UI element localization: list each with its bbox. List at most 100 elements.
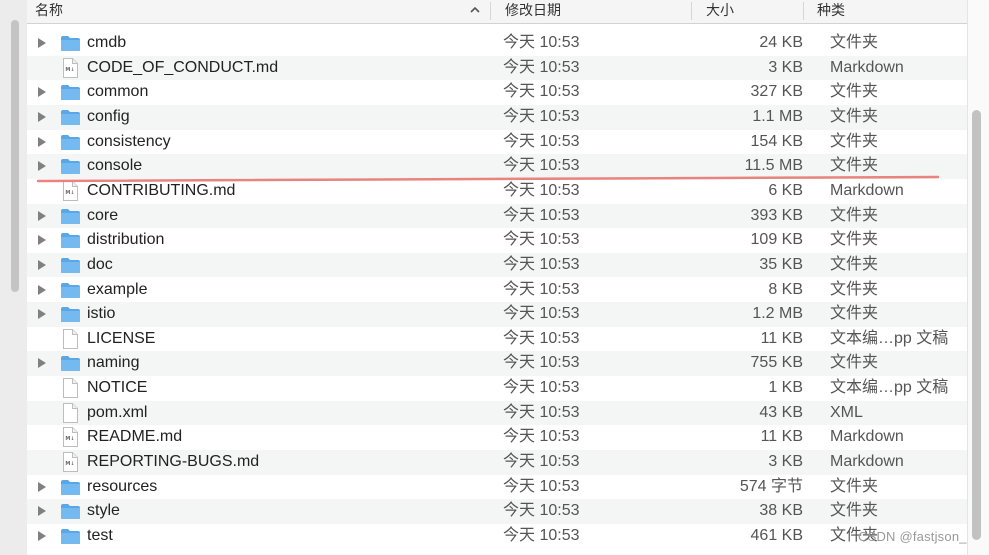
file-row[interactable]: naming 今天 10:53 755 KB 文件夹 [27,351,967,377]
modified-date: 今天 10:53 [503,58,580,76]
column-header-bar: 名称 修改日期 大小 种类 [27,0,967,24]
file-size: 574 字节 [739,477,803,495]
file-row[interactable]: cmdb 今天 10:53 24 KB 文件夹 [27,31,967,56]
disclosure-triangle-icon[interactable] [38,111,46,122]
file-size: 461 KB [750,527,803,544]
file-kind: 文件夹 [830,305,879,323]
file-size: 1 KB [768,379,803,397]
disclosure-triangle-icon[interactable] [38,358,46,369]
folder-icon [61,529,80,544]
file-name: test [87,527,113,544]
file-row[interactable]: resources 今天 10:53 574 字节 文件夹 [27,475,967,500]
disclosure-triangle-icon[interactable] [38,481,46,492]
file-size: 3 KB [768,58,803,76]
disclosure-triangle-icon[interactable] [38,531,46,541]
file-row[interactable]: doc 今天 10:53 35 KB 文件夹 [27,252,967,278]
file-size: 1.1 MB [752,107,803,125]
disclosure-triangle-icon[interactable] [38,309,46,320]
disclosure-triangle-icon[interactable] [38,210,46,221]
disclosure-triangle-icon[interactable] [38,284,46,295]
watermark: CSDN @fastjson_ [858,529,967,544]
file-row[interactable]: core 今天 10:53 393 KB 文件夹 [27,203,967,229]
markdown-file-icon: M↓ [63,57,78,78]
disclosure-triangle-icon[interactable] [38,87,46,98]
file-name: pom.xml [87,403,148,421]
file-size: 38 KB [759,502,803,520]
file-row[interactable]: distribution 今天 10:53 109 KB 文件夹 [27,228,967,253]
disclosure-triangle-icon[interactable] [38,235,46,246]
file-name: core [87,206,119,224]
column-divider[interactable] [803,2,804,20]
file-name: REPORTING-BUGS.md [87,453,260,471]
svg-text:M↓: M↓ [65,67,74,73]
chevron-up-icon[interactable] [468,3,482,17]
folder-icon [61,257,80,273]
modified-date: 今天 10:53 [503,329,580,347]
file-row[interactable]: LICENSE 今天 10:53 11 KB 文本编…pp 文稿 [27,327,967,352]
column-header-size[interactable]: 大小 [706,0,734,23]
file-row[interactable]: common 今天 10:53 327 KB 文件夹 [27,80,967,105]
markdown-file-icon: M↓ [63,180,78,201]
file-row[interactable]: pom.xml 今天 10:53 43 KB XML [27,400,967,426]
file-row[interactable]: style 今天 10:53 38 KB 文件夹 [27,499,967,524]
file-name: README.md [87,428,183,446]
file-row[interactable]: NOTICE 今天 10:53 1 KB 文本编…pp 文稿 [27,376,967,401]
folder-icon [61,233,80,249]
modified-date: 今天 10:53 [503,34,580,51]
folder-icon [61,134,80,150]
file-name: NOTICE [87,379,148,397]
file-row[interactable]: M↓ CODE_OF_CONDUCT.md 今天 10:53 3 KB Markdown [27,55,967,81]
file-row[interactable]: M↓ CONTRIBUTING.md 今天 10:53 6 KB Markdown [27,179,967,204]
file-kind: Markdown [830,453,904,471]
modified-date: 今天 10:53 [503,157,580,175]
left-pane-scrollbar[interactable] [11,20,19,292]
file-row[interactable]: consistency 今天 10:53 154 KB 文件夹 [27,130,967,155]
modified-date: 今天 10:53 [503,255,580,273]
modified-date: 今天 10:53 [503,231,580,249]
file-size: 755 KB [750,354,803,372]
column-header-name[interactable]: 名称 [35,0,63,23]
markdown-file-icon: M↓ [63,452,78,473]
modified-date: 今天 10:53 [503,502,580,520]
column-divider[interactable] [691,2,692,20]
file-kind: 文件夹 [830,83,879,101]
text-file-icon [63,328,78,349]
file-size: 24 KB [759,34,803,51]
file-name: naming [87,354,140,372]
folder-icon [61,85,80,101]
file-kind: 文件夹 [830,354,879,372]
file-row[interactable]: console 今天 10:53 11.5 MB 文件夹 [27,154,967,179]
column-header-date[interactable]: 修改日期 [505,0,561,23]
file-size: 11 KB [760,428,803,446]
disclosure-triangle-icon[interactable] [38,161,46,172]
file-name: distribution [87,231,165,249]
file-row[interactable]: config 今天 10:53 1.1 MB 文件夹 [27,104,967,130]
file-row[interactable]: M↓ README.md 今天 10:53 11 KB Markdown [27,425,967,450]
column-header-kind[interactable]: 种类 [817,0,845,23]
file-size: 1.2 MB [752,305,803,323]
file-row[interactable]: example 今天 10:53 8 KB 文件夹 [27,278,967,303]
file-size: 8 KB [768,280,803,298]
file-size: 43 KB [759,403,803,421]
disclosure-triangle-icon[interactable] [38,506,46,517]
disclosure-triangle-icon[interactable] [38,259,46,270]
file-name: istio [87,305,116,323]
file-size: 6 KB [768,181,803,199]
file-kind: 文件夹 [830,280,879,298]
file-row[interactable]: test 今天 10:53 461 KB 文件夹 [27,524,967,549]
modified-date: 今天 10:53 [503,107,580,125]
file-row[interactable]: istio 今天 10:53 1.2 MB 文件夹 [27,302,967,327]
folder-icon [61,36,80,51]
file-kind: 文件夹 [830,157,879,175]
file-size: 327 KB [750,83,803,101]
column-divider[interactable] [490,2,491,20]
modified-date: 今天 10:53 [503,453,580,471]
file-row[interactable]: M↓ REPORTING-BUGS.md 今天 10:53 3 KB Markdown [27,450,967,475]
file-kind: 文件夹 [830,502,879,520]
file-name: CODE_OF_CONDUCT.md [87,58,279,76]
folder-icon [61,504,80,520]
scrollbar-thumb[interactable] [972,110,981,540]
modified-date: 今天 10:53 [503,132,580,150]
disclosure-triangle-icon[interactable] [38,136,46,147]
disclosure-triangle-icon[interactable] [38,38,46,48]
